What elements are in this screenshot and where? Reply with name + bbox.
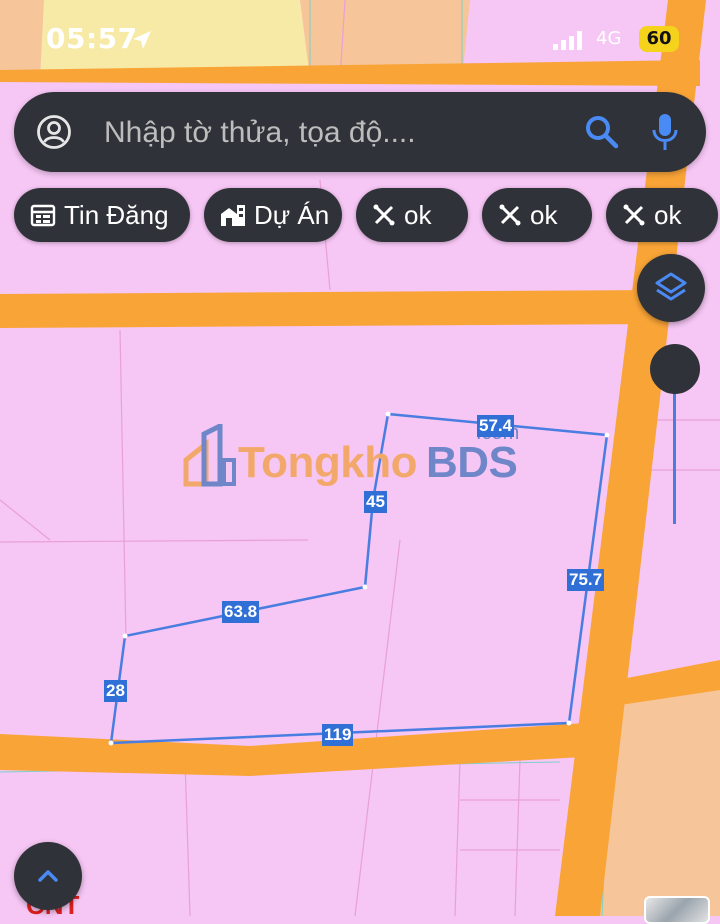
status-bar: 05:57 4G 60 bbox=[0, 22, 720, 58]
ruler-pencil-icon bbox=[623, 204, 645, 226]
layers-button[interactable] bbox=[637, 254, 705, 322]
location-arrow-icon bbox=[133, 31, 151, 49]
chip-ok-2[interactable]: ok bbox=[482, 188, 592, 242]
chip-ok-1[interactable]: ok bbox=[356, 188, 468, 242]
filter-chips: Tin Đăng Dự Án ok ok ok bbox=[0, 188, 720, 244]
chip-label: ok bbox=[654, 199, 682, 230]
edge-label-left-upper: 45 bbox=[364, 491, 387, 513]
road-horizontal-upper bbox=[0, 290, 650, 328]
chip-label: ok bbox=[530, 199, 558, 230]
chip-tin-dang[interactable]: Tin Đăng bbox=[14, 188, 190, 242]
chip-du-an[interactable]: Dự Án bbox=[204, 188, 342, 242]
chip-label: Dự Án bbox=[254, 199, 330, 230]
edge-label-left-lower: 28 bbox=[104, 680, 127, 702]
status-time: 05:57 bbox=[46, 22, 138, 55]
street-view-thumbnail[interactable] bbox=[644, 896, 710, 924]
watermark-brand-part1: Tongkho bbox=[238, 438, 417, 487]
chip-label: Tin Đăng bbox=[64, 199, 169, 230]
profile-icon[interactable] bbox=[36, 114, 72, 150]
calendar-icon bbox=[30, 204, 56, 227]
opacity-slider-thumb[interactable] bbox=[650, 344, 700, 394]
mic-icon[interactable] bbox=[650, 112, 680, 152]
edge-label-right: 75.7 bbox=[567, 569, 605, 591]
watermark-brand-part2: BDS bbox=[426, 438, 518, 487]
house-logo-icon bbox=[183, 424, 236, 487]
network-type: 4G bbox=[596, 28, 622, 49]
search-input[interactable] bbox=[102, 110, 576, 156]
edge-label-diagonal: 63.8 bbox=[222, 601, 260, 623]
layers-icon bbox=[655, 272, 687, 301]
battery-indicator: 60 bbox=[639, 26, 679, 52]
expand-up-button[interactable] bbox=[14, 842, 82, 910]
edge-label-top: 57.4 bbox=[477, 415, 515, 437]
chip-ok-3[interactable]: ok bbox=[606, 188, 718, 242]
search-bar bbox=[14, 92, 706, 172]
chip-label: ok bbox=[404, 199, 432, 230]
edge-label-bottom: 119 bbox=[322, 724, 354, 746]
ruler-pencil-icon bbox=[373, 204, 395, 226]
buildings-icon bbox=[221, 205, 245, 226]
ruler-pencil-icon bbox=[499, 204, 521, 226]
search-icon[interactable] bbox=[584, 114, 620, 150]
chevron-up-icon bbox=[38, 870, 58, 882]
signal-icon bbox=[553, 31, 582, 50]
